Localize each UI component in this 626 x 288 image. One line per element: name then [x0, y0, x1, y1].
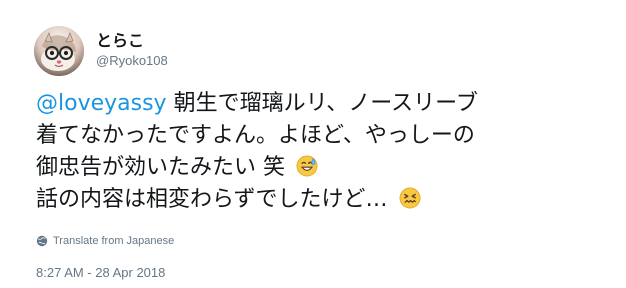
- tweet-timestamp[interactable]: 8:27 AM - 28 Apr 2018: [36, 265, 165, 281]
- tweet-header: とらこ @Ryoko108: [34, 26, 168, 76]
- tweet-card: とらこ @Ryoko108 @loveyassy 朝生で瑠璃ルリ、ノースリーブ …: [0, 0, 626, 288]
- tweet-line-4-text: 話の内容は相変わらずでしたけど…: [36, 187, 388, 212]
- tweet-line-3: 御忠告が効いたみたい 笑: [36, 152, 596, 184]
- tweet-text: @loveyassy 朝生で瑠璃ルリ、ノースリーブ 着てなかったですよん。よほど…: [36, 88, 596, 216]
- confounded-face-icon: [399, 187, 421, 209]
- globe-icon: [36, 235, 48, 247]
- mention-link[interactable]: @loveyassy: [36, 91, 167, 116]
- tweet-line-3-text: 御忠告が効いたみたい 笑: [36, 155, 285, 180]
- avatar[interactable]: [34, 26, 84, 76]
- tweet-line-1: @loveyassy 朝生で瑠璃ルリ、ノースリーブ: [36, 88, 596, 120]
- tweet-line-1-text: 朝生で瑠璃ルリ、ノースリーブ: [173, 91, 478, 116]
- tweet-line-2-text: 着てなかったですよん。よほど、やっしーの: [36, 123, 475, 148]
- user-handle[interactable]: @Ryoko108: [96, 53, 168, 69]
- sweat-smile-icon: [296, 155, 318, 177]
- tweet-line-2: 着てなかったですよん。よほど、やっしーの: [36, 120, 596, 152]
- translate-label: Translate from Japanese: [53, 235, 175, 247]
- tweet-line-4: 話の内容は相変わらずでしたけど…: [36, 184, 596, 216]
- display-name[interactable]: とらこ: [96, 32, 144, 50]
- translate-tweet-link[interactable]: Translate from Japanese: [36, 234, 174, 248]
- avatar-icon: [34, 26, 84, 76]
